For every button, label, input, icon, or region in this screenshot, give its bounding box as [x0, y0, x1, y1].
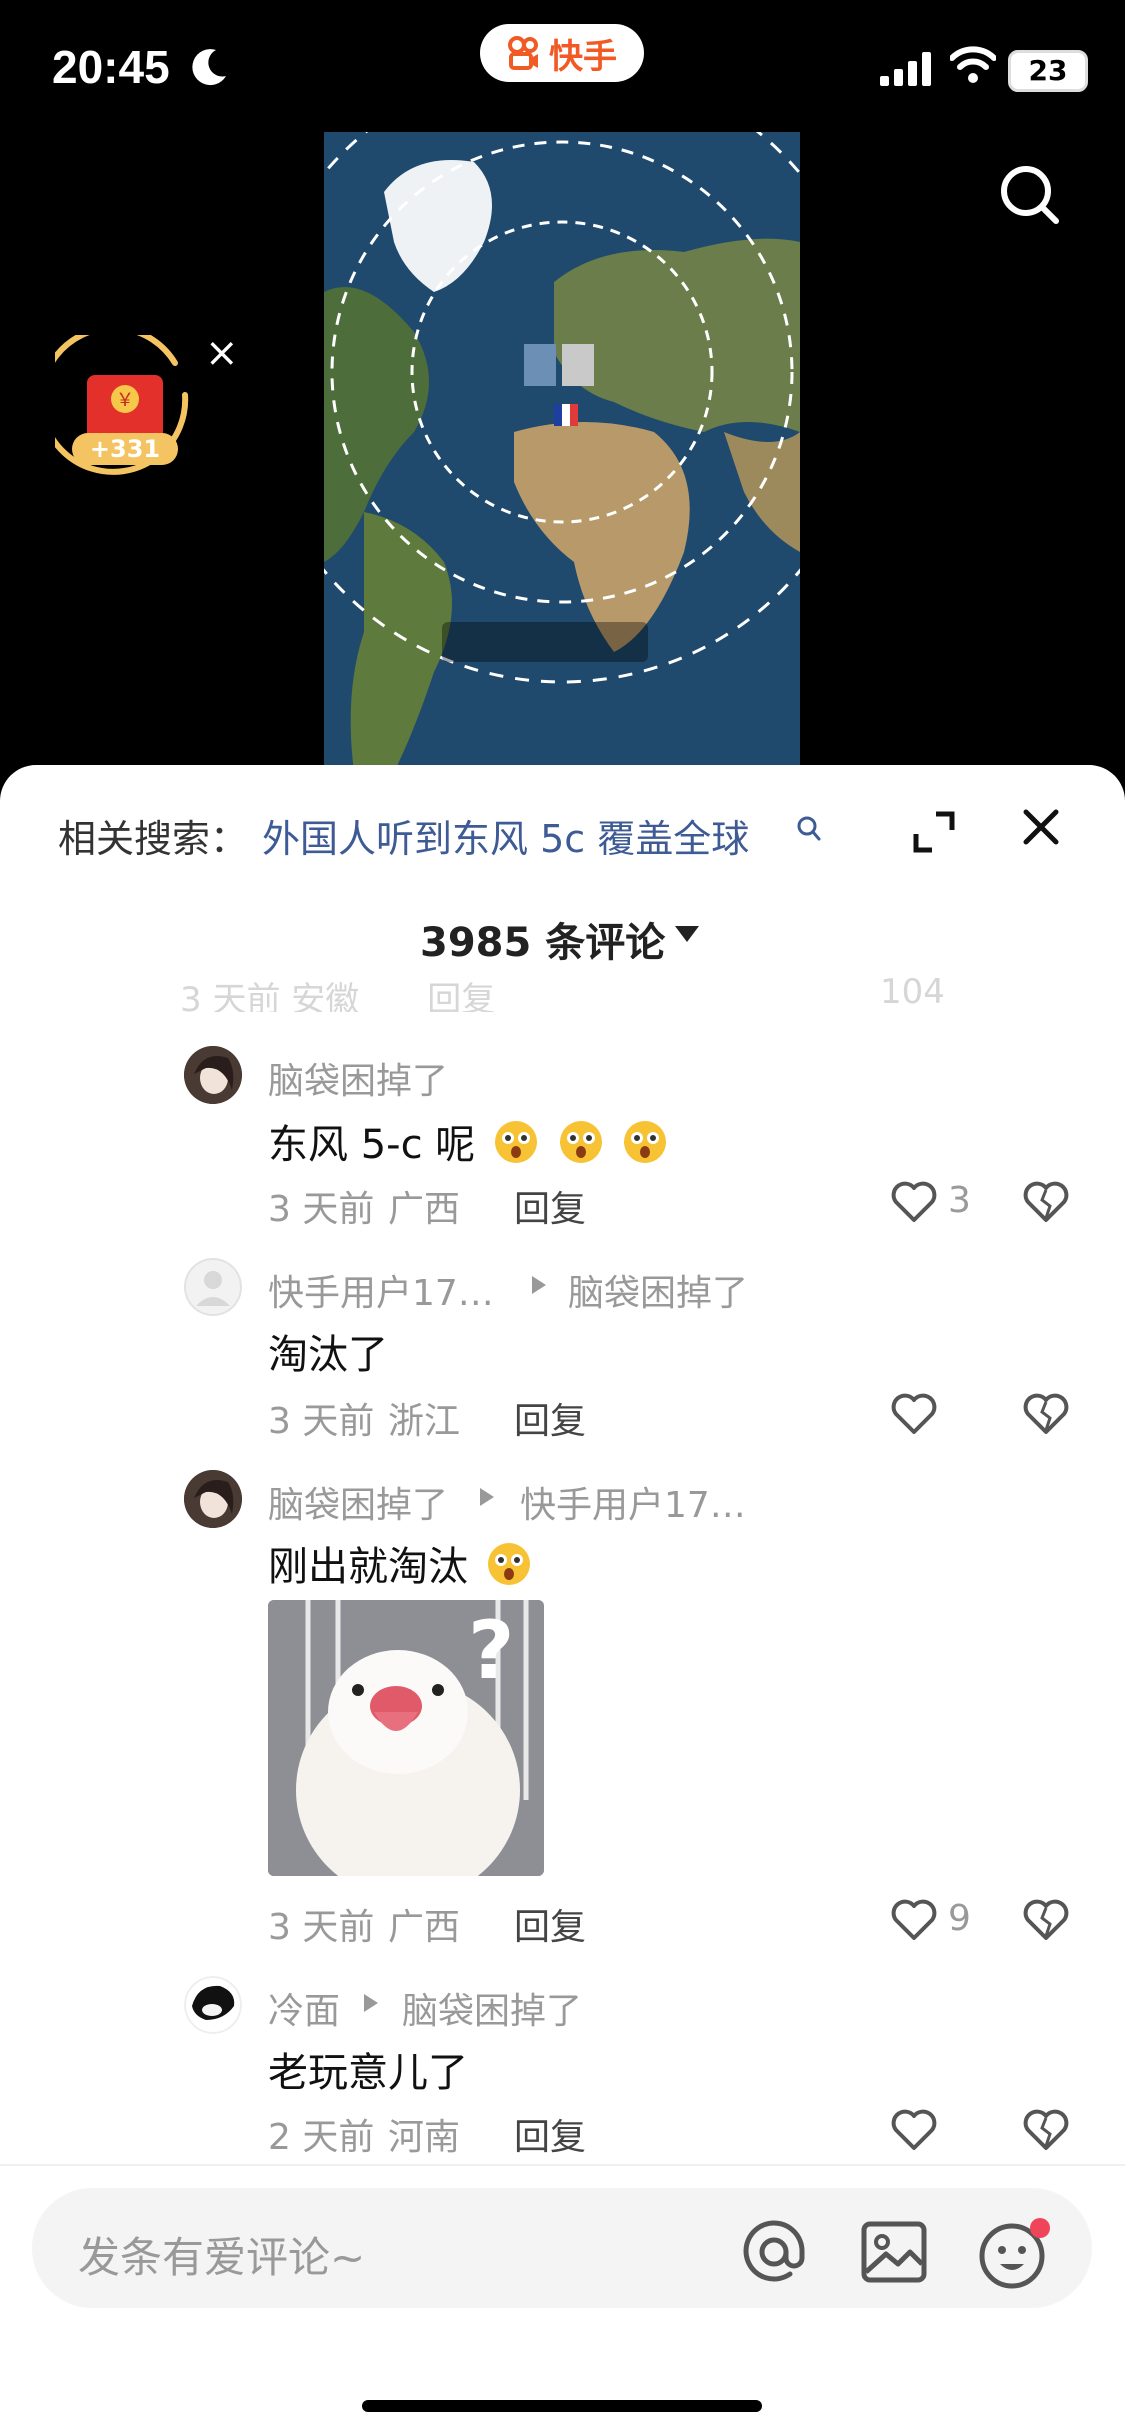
world-map-image	[324, 132, 800, 772]
like-count: 3	[948, 1180, 971, 1221]
comment-count[interactable]: 3985 条评论	[420, 910, 665, 968]
comment-location: 浙江	[388, 1401, 461, 1442]
comment-username[interactable]: 脑袋困掉了	[268, 1052, 448, 1104]
comment-image[interactable]: ?	[268, 1600, 544, 1876]
reply-to-username[interactable]: 快手用户17…	[520, 1476, 746, 1528]
image-upload-icon[interactable]	[858, 2216, 930, 2288]
reply-to-username[interactable]: 脑袋困掉了	[402, 1982, 582, 2034]
kuaishou-logo-icon	[508, 36, 538, 70]
wifi-icon	[950, 46, 996, 83]
related-search-label: 相关搜索：	[58, 817, 249, 861]
app-name: 快手	[549, 36, 617, 77]
red-packet-reward-button[interactable]: ￥	[55, 335, 205, 495]
close-icon[interactable]	[1020, 806, 1062, 848]
video-player[interactable]	[324, 132, 800, 772]
comment-text: 东风 5-c 呢	[268, 1112, 669, 1170]
like-count: 9	[948, 1898, 971, 1939]
dislike-heart-icon[interactable]	[1022, 1392, 1070, 1436]
status-time: 20:45	[52, 41, 170, 93]
like-heart-icon[interactable]	[890, 1180, 938, 1224]
comment-input-placeholder: 发条有爱评论~	[78, 2233, 366, 2282]
expand-icon[interactable]	[912, 810, 956, 854]
comment-username[interactable]: 快手用户17…	[268, 1264, 494, 1316]
cellular-signal-icon	[880, 52, 931, 86]
reply-button[interactable]: 回复	[514, 1898, 586, 1950]
surprised-emoji-icon	[559, 1121, 602, 1163]
comment-text: 淘汰了	[268, 1332, 388, 1378]
svg-text:?: ?	[468, 1604, 514, 1697]
comment-time: 3 天前	[268, 1401, 375, 1442]
comment-location: 河南	[388, 2117, 461, 2158]
comment-location: 广西	[388, 1907, 461, 1948]
comment-username[interactable]: 脑袋困掉了	[268, 1476, 448, 1528]
app-switch-pill[interactable]: 快手	[480, 24, 644, 82]
svg-text:￥: ￥	[116, 390, 134, 411]
avatar-illustration	[184, 1976, 242, 2034]
search-small-icon	[797, 816, 821, 841]
surprised-emoji-icon	[495, 1121, 538, 1163]
reply-arrow-icon	[532, 1276, 546, 1294]
chevron-down-icon[interactable]	[673, 924, 701, 944]
home-indicator	[362, 2400, 762, 2412]
close-red-packet-icon[interactable]: ×	[205, 330, 239, 376]
battery-indicator: 23	[1008, 50, 1088, 92]
divider	[0, 2164, 1125, 2166]
comment-time: 2 天前	[268, 2117, 375, 2158]
emoji-picker-icon[interactable]	[976, 2214, 1056, 2294]
search-icon[interactable]	[1000, 165, 1060, 225]
related-search-link[interactable]: 外国人听到东风 5c 覆盖全球	[262, 808, 749, 863]
reply-button[interactable]: 回复	[514, 1180, 586, 1232]
avatar[interactable]	[184, 1258, 242, 1316]
bird-with-question-mark-image: ?	[268, 1600, 544, 1876]
faded-comment-meta: 3 天前 安徽 回复 104	[180, 972, 945, 1012]
dislike-heart-icon[interactable]	[1022, 2108, 1070, 2152]
comment-sheet	[0, 765, 1125, 2436]
comment-text: 老玩意儿了	[268, 2050, 468, 2096]
reply-to-username[interactable]: 脑袋困掉了	[568, 1264, 748, 1316]
like-heart-icon[interactable]	[890, 1898, 938, 1942]
comment-username[interactable]: 冷面	[268, 1982, 340, 2034]
like-heart-icon[interactable]	[890, 2108, 938, 2152]
dislike-heart-icon[interactable]	[1022, 1898, 1070, 1942]
avatar[interactable]	[184, 1046, 242, 1104]
reply-arrow-icon	[480, 1488, 494, 1506]
moon-icon	[192, 49, 226, 86]
comment-location: 广西	[388, 1189, 461, 1230]
mention-at-icon[interactable]	[738, 2216, 810, 2288]
comment-text: 刚出就淘汰	[268, 1534, 533, 1592]
comment-time: 3 天前	[268, 1907, 375, 1948]
reply-button[interactable]: 回复	[514, 2108, 586, 2160]
avatar-illustration	[184, 1470, 242, 1528]
avatar-illustration	[184, 1046, 242, 1104]
surprised-emoji-icon	[487, 1543, 530, 1585]
avatar[interactable]	[184, 1976, 242, 2034]
reply-arrow-icon	[364, 1994, 378, 2012]
dislike-heart-icon[interactable]	[1022, 1180, 1070, 1224]
reply-button[interactable]: 回复	[514, 1392, 586, 1444]
comment-time: 3 天前	[268, 1189, 375, 1230]
avatar[interactable]	[184, 1470, 242, 1528]
red-packet-amount: +331	[72, 433, 178, 465]
like-heart-icon[interactable]	[890, 1392, 938, 1436]
default-avatar-icon	[184, 1258, 242, 1316]
surprised-emoji-icon	[624, 1121, 667, 1163]
